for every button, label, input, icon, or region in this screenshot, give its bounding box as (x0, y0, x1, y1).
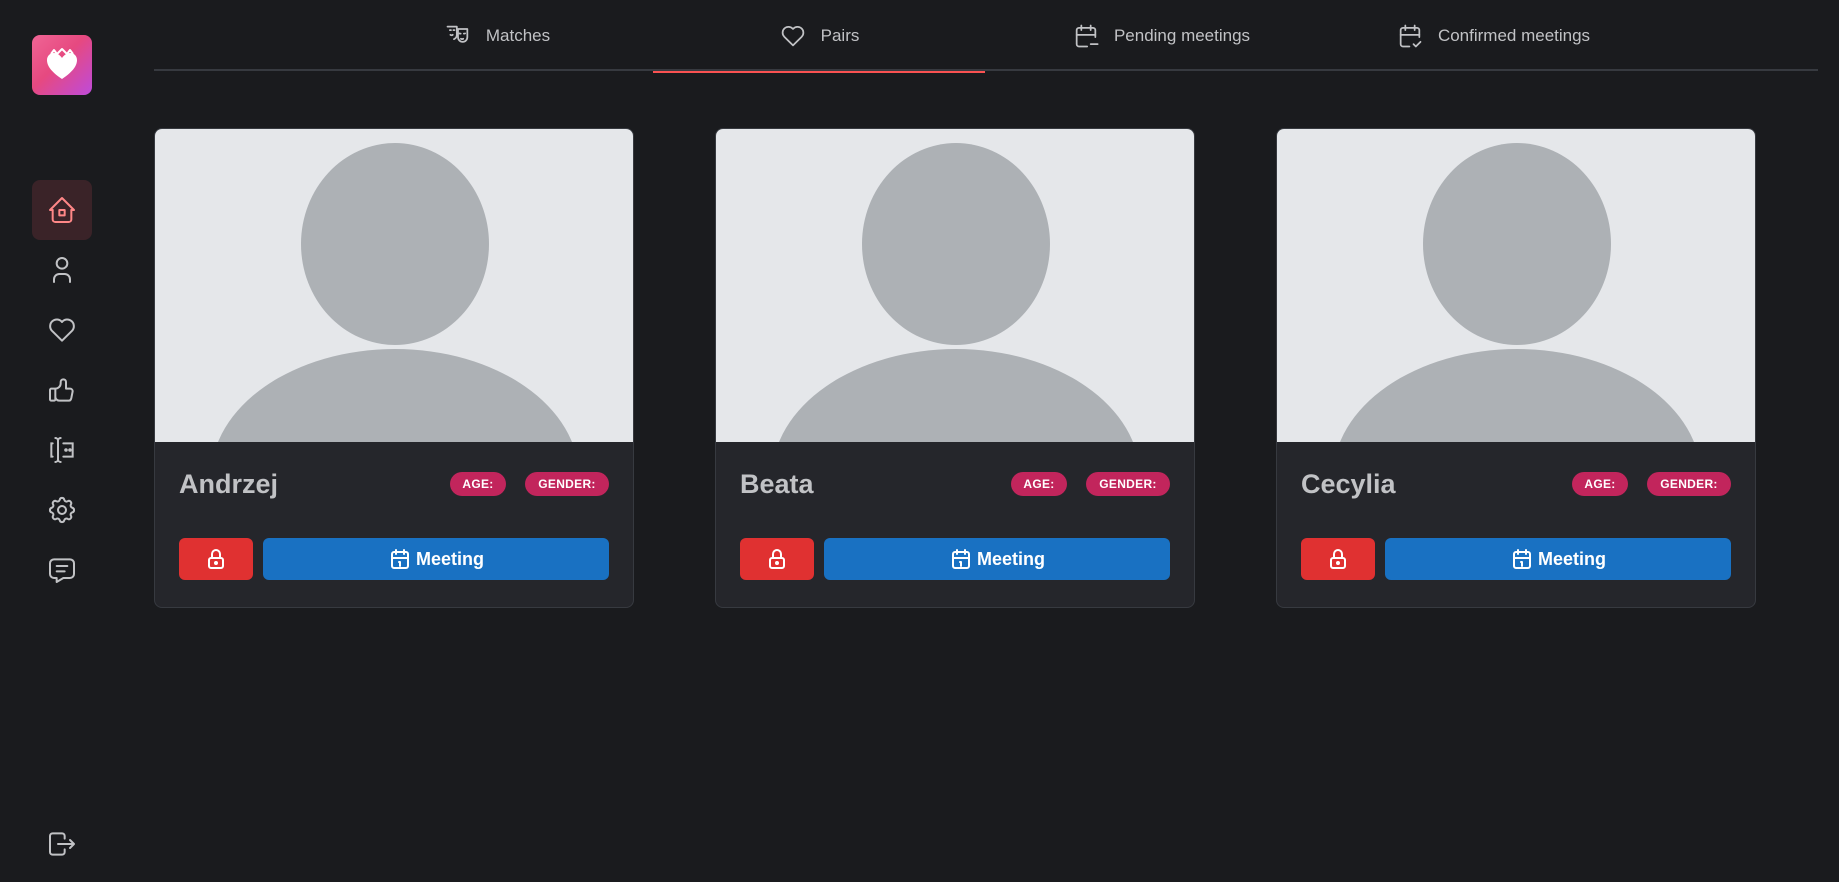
pair-card: Beata AGE: GENDER: Meeting (715, 128, 1195, 608)
tab-pending-meetings[interactable]: Pending meetings (1060, 0, 1262, 71)
lock-button[interactable] (1301, 538, 1375, 580)
nav-likes[interactable] (32, 300, 92, 360)
nav-settings[interactable] (32, 480, 92, 540)
input-cursor-icon (50, 437, 74, 463)
lock-icon (208, 549, 224, 569)
calendar-minus-icon (1075, 24, 1099, 47)
masks-icon (446, 25, 469, 43)
tab-pairs-label: Pairs (820, 25, 860, 45)
gender-badge: GENDER: (1086, 472, 1170, 496)
lock-button[interactable] (179, 538, 253, 580)
gender-badge: GENDER: (525, 472, 609, 496)
meeting-button-label: Meeting (976, 548, 1045, 569)
pair-card: Andrzej AGE: GENDER: Meeting (154, 128, 634, 608)
lock-icon (1330, 549, 1346, 569)
avatar-placeholder (716, 129, 1194, 442)
pair-name: Andrzej (179, 469, 279, 499)
tab-confirmed-meetings[interactable]: Confirmed meetings (1383, 0, 1603, 71)
heart-icon (49, 318, 75, 342)
calendar-icon (1512, 549, 1531, 569)
sidebar (0, 0, 124, 882)
tab-matches-label: Matches (485, 25, 551, 45)
heart-icon (781, 25, 804, 46)
meeting-button[interactable]: Meeting (1385, 538, 1731, 580)
meeting-button-label: Meeting (1537, 548, 1606, 569)
logout-button[interactable] (32, 814, 92, 874)
tab-matches[interactable]: Matches (424, 0, 570, 71)
meeting-button-label: Meeting (415, 548, 484, 569)
age-badge: AGE: (450, 472, 506, 496)
avatar-placeholder (1277, 129, 1755, 442)
nav-input[interactable] (32, 420, 92, 480)
pair-name: Beata (740, 469, 814, 499)
home-icon (49, 197, 75, 223)
logout-icon (49, 832, 75, 856)
heart-logo-icon[interactable] (32, 35, 92, 95)
nav-thumbs[interactable] (32, 360, 92, 420)
meeting-button[interactable]: Meeting (263, 538, 609, 580)
calendar-icon (951, 549, 970, 569)
calendar-check-icon (1399, 24, 1422, 47)
age-badge: AGE: (1011, 472, 1067, 496)
pair-card: Cecylia AGE: GENDER: Meeting (1276, 128, 1756, 608)
calendar-icon (390, 549, 409, 569)
message-icon (49, 558, 75, 583)
avatar-placeholder (155, 129, 633, 442)
nav-profile[interactable] (32, 240, 92, 300)
lock-icon (769, 549, 785, 569)
meeting-button[interactable]: Meeting (824, 538, 1170, 580)
pair-name: Cecylia (1301, 469, 1396, 499)
nav-messages[interactable] (32, 540, 92, 600)
thumb-up-icon (49, 378, 74, 402)
gender-badge: GENDER: (1647, 472, 1731, 496)
gear-icon (48, 496, 76, 524)
tab-pairs[interactable]: Pairs (653, 0, 985, 73)
tab-confirmed-meetings-label: Confirmed meetings (1437, 25, 1591, 45)
user-icon (53, 257, 71, 283)
tab-bar: Matches Pairs Pending meetings Confirmed… (154, 0, 1818, 73)
nav-home[interactable] (32, 180, 92, 240)
tab-pending-meetings-label: Pending meetings (1113, 25, 1251, 45)
age-badge: AGE: (1572, 472, 1628, 496)
lock-button[interactable] (740, 538, 814, 580)
